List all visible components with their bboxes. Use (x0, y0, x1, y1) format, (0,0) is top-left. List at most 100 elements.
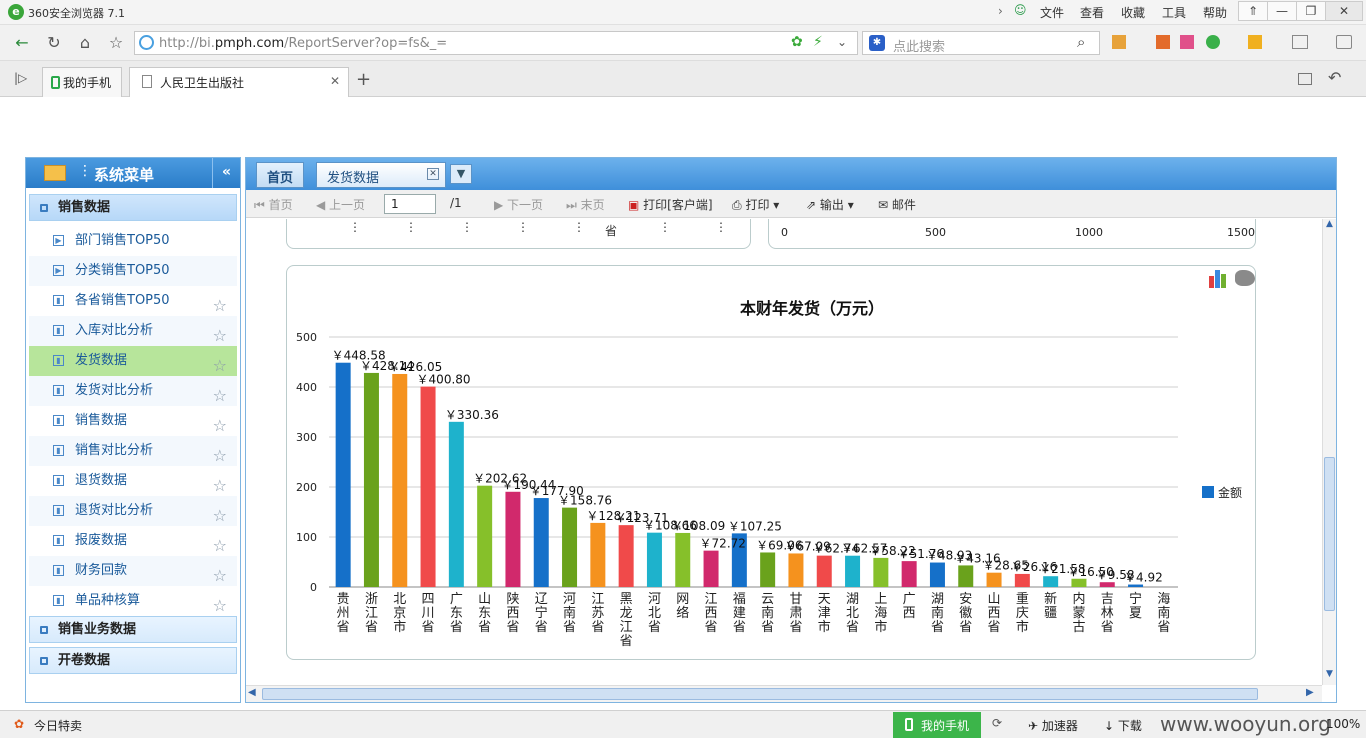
back-button[interactable]: ← (12, 33, 32, 53)
app-grid-icon[interactable] (1112, 35, 1126, 49)
tab-list-icon[interactable]: |▷ (14, 71, 27, 85)
my-phone-label: 我的手机 (921, 719, 970, 733)
menu-item-returns-compare[interactable]: ▮ 退货对比分析 ☆ (29, 496, 237, 526)
first-page-button[interactable]: ⏮ 首页 (254, 196, 293, 213)
user-icon[interactable]: ☺ (1014, 3, 1027, 17)
scroll-left-icon[interactable]: ◀ (248, 687, 256, 698)
last-page-button[interactable]: ⏭ 末页 (566, 196, 605, 213)
image-icon[interactable] (1292, 35, 1308, 49)
tab-home[interactable]: 首页 (256, 162, 304, 188)
menu-item-shipment-compare[interactable]: ▮ 发货对比分析 ☆ (29, 376, 237, 406)
chevron-down-icon[interactable]: ⌄ (837, 35, 847, 49)
menu-item-scrap-data[interactable]: ▮ 报废数据 ☆ (29, 526, 237, 556)
menu-file[interactable]: 文件 (1040, 4, 1064, 21)
page-icon (142, 75, 152, 88)
last-page-label: 末页 (580, 198, 605, 212)
category-label: 浙江省 (365, 592, 378, 635)
favorite-star-icon[interactable]: ☆ (106, 33, 126, 53)
print-client-button[interactable]: ▣ 打印[客户端] (628, 196, 713, 213)
menu-item-returns-data[interactable]: ▮ 退货数据 ☆ (29, 466, 237, 496)
menu-item-province-top50[interactable]: ▮ 各省销售TOP50 ☆ (29, 286, 237, 316)
menu-item-payment[interactable]: ▮ 财务回款 ☆ (29, 556, 237, 586)
menu-item-category-top50[interactable]: ▶ 分类销售TOP50 (29, 256, 237, 286)
menu-item-dept-top50[interactable]: ▶ 部门销售TOP50 (29, 226, 237, 256)
scroll-down-icon[interactable]: ▼ (1323, 669, 1336, 683)
minimize-button[interactable]: — (1267, 1, 1297, 21)
baidu-icon[interactable]: ✱ (869, 35, 885, 51)
vertical-scroll-thumb[interactable] (1324, 457, 1335, 611)
chart-title: 本财年发货（万元） (740, 299, 884, 318)
vertical-scrollbar[interactable]: ▲ ▼ (1322, 219, 1336, 685)
new-tab-button[interactable]: + (356, 69, 371, 90)
category-label: 安徽省 (959, 592, 972, 635)
tab-shipment-data[interactable]: 发货数据 ✕ (316, 162, 446, 188)
category-label: 天津市 (818, 592, 831, 635)
restore-tab-icon[interactable] (1298, 73, 1312, 85)
menu-item-sales-data[interactable]: ▮ 销售数据 ☆ (29, 406, 237, 436)
menu-help[interactable]: 帮助 (1203, 4, 1227, 21)
page-number-input[interactable]: 1 (384, 194, 436, 214)
export-label: 输出 (819, 198, 844, 212)
system-menu-header: ⋮ 系统菜单 « (26, 158, 240, 188)
tab-dropdown-icon[interactable]: ▼ (450, 164, 472, 184)
horizontal-scroll-thumb[interactable] (262, 688, 1258, 700)
download-button[interactable]: ↓ 下载 (1104, 717, 1142, 734)
tab-my-phone[interactable]: 我的手机 (42, 67, 122, 97)
prev-page-button[interactable]: ◀ 上一页 (316, 196, 365, 213)
security-shield-icon[interactable]: ✿ (791, 34, 803, 50)
menu-item-shipment-data[interactable]: ▮ 发货数据 ☆ (29, 346, 237, 376)
translate-icon[interactable] (1156, 35, 1170, 49)
bar (1071, 578, 1087, 587)
menu-tools[interactable]: 工具 (1162, 4, 1186, 21)
close-tab-icon[interactable]: ✕ (330, 74, 340, 88)
category-label: 福建省 (733, 592, 746, 635)
menu-view[interactable]: 查看 (1080, 4, 1104, 21)
screenshot-icon[interactable] (1180, 35, 1194, 49)
search-input[interactable]: ✱ 点此搜索 ⌕ (862, 31, 1100, 55)
bar (533, 498, 549, 587)
tab-label: 发货数据 (327, 171, 380, 186)
mail-button[interactable]: ✉ 邮件 (878, 196, 916, 213)
home-button[interactable]: ⌂ (75, 33, 95, 53)
menu-group-openbook[interactable]: 开卷数据 (29, 647, 237, 674)
accelerator-button[interactable]: ✈ 加速器 (1028, 717, 1078, 734)
category-label: 广东省 (450, 592, 463, 635)
pin-icon[interactable]: ⇑ (1238, 1, 1268, 21)
speed-mode-icon[interactable]: ⚡ (813, 34, 823, 50)
next-page-button[interactable]: ▶ 下一页 (494, 196, 543, 213)
menu-item-inbound-compare[interactable]: ▮ 入库对比分析 ☆ (29, 316, 237, 346)
undo-close-icon[interactable]: ↶ (1328, 68, 1341, 87)
menu-group-sales-business[interactable]: 销售业务数据 (29, 616, 237, 643)
shield-icon[interactable] (1206, 35, 1220, 49)
export-button[interactable]: ⇗ 输出 ▾ (806, 196, 854, 213)
my-phone-button[interactable]: 我的手机 (893, 712, 981, 738)
pdf-icon: ▣ (628, 198, 640, 212)
refresh-icon[interactable]: ⟳ (992, 716, 1002, 730)
scroll-up-icon[interactable]: ▲ (1323, 219, 1336, 233)
menu-group-sales[interactable]: 销售数据 (29, 194, 237, 221)
close-tab-icon[interactable]: ✕ (427, 168, 439, 180)
sidebar-toggle-icon[interactable] (1336, 35, 1352, 49)
tab-pmph[interactable]: 人民卫生出版社 ✕ (129, 67, 349, 97)
menu-item-single-title[interactable]: ▮ 单品种核算 ☆ (29, 586, 237, 616)
item-label: 部门销售TOP50 (75, 233, 170, 248)
search-icon[interactable]: ⌕ (1077, 33, 1085, 51)
cleanup-icon[interactable] (1248, 35, 1262, 49)
zoom-level[interactable]: 100% (1326, 717, 1360, 731)
print-button[interactable]: ⎙ 打印 ▾ (732, 196, 779, 213)
horizontal-scrollbar[interactable]: ◀ ▶ (246, 685, 1322, 702)
category-label: 山东省 (478, 592, 491, 635)
chevron-right-icon[interactable]: › (998, 4, 1003, 18)
scroll-right-icon[interactable]: ▶ (1306, 687, 1314, 698)
menu-item-sales-compare[interactable]: ▮ 销售对比分析 ☆ (29, 436, 237, 466)
menu-favorites[interactable]: 收藏 (1121, 4, 1145, 21)
collapse-button[interactable]: « (212, 158, 240, 188)
reload-button[interactable]: ↻ (44, 33, 64, 53)
print-client-label: 打印[客户端] (643, 198, 713, 212)
close-button[interactable]: ✕ (1325, 1, 1363, 21)
url-input[interactable]: http://bi.pmph.com/ReportServer?op=fs&_=… (134, 31, 858, 55)
maximize-button[interactable]: ❐ (1296, 1, 1326, 21)
bar (448, 421, 464, 587)
daily-deals-link[interactable]: 今日特卖 (34, 717, 82, 734)
data-label: ￥400.80 (417, 373, 471, 387)
